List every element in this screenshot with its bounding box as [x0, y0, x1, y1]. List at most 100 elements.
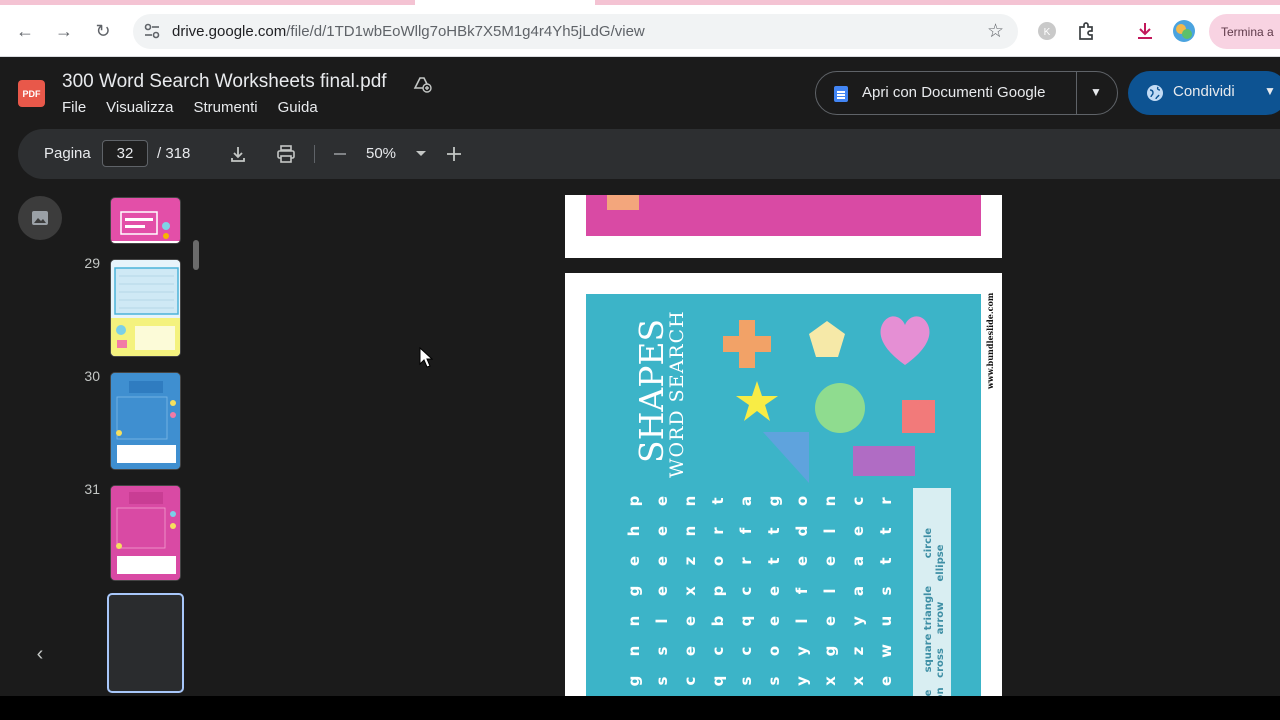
word-list-item: ellipse [935, 544, 946, 581]
thumbnail-panel-toggle[interactable] [18, 196, 62, 240]
grid-letter: c [681, 677, 699, 686]
thumbnail-preview [111, 486, 180, 580]
grid-letter: g [625, 586, 643, 597]
open-with-label: Apri con Documenti Google [862, 84, 1046, 101]
pdf-file-icon: PDF [18, 80, 45, 107]
word-list-item: arrow [935, 602, 946, 635]
profile-chip[interactable]: Termina a [1209, 14, 1280, 49]
grid-letter: n [625, 616, 643, 627]
back-icon[interactable]: ← [12, 18, 38, 44]
grid-letter: c [709, 647, 727, 656]
page-label: Pagina [44, 145, 91, 162]
total-pages: / 318 [157, 145, 191, 162]
url-text[interactable]: drive.google.com/file/d/1TD1wbEoWllg7oHB… [172, 23, 645, 40]
grid-letter: o [709, 556, 727, 566]
grid-letter: x [821, 676, 839, 686]
active-tab-edge[interactable] [0, 0, 415, 5]
grid-letter: r [709, 527, 727, 535]
grid-letter: n [821, 496, 839, 507]
grid-letter: x [849, 676, 867, 686]
page-thumbnail-29[interactable] [110, 259, 181, 357]
menu-file[interactable]: File [62, 99, 86, 116]
grid-letter: s [653, 646, 671, 655]
menu-tools[interactable]: Strumenti [193, 99, 257, 116]
chevron-left-icon[interactable]: ‹ [22, 636, 58, 672]
grid-letter: p [625, 495, 643, 506]
menu-help[interactable]: Guida [278, 99, 318, 116]
zoom-level[interactable]: 50% [366, 145, 396, 162]
grid-letter: n [681, 496, 699, 507]
menu-view[interactable]: Visualizza [106, 99, 173, 116]
thumbnail-number: 29 [84, 255, 100, 271]
grid-letter: x [681, 586, 699, 596]
triangle-shape [763, 432, 809, 483]
grid-letter: l [821, 528, 839, 533]
downloads-icon[interactable] [1133, 19, 1157, 43]
mouse-cursor-icon [419, 347, 433, 368]
pdf-page-previous [565, 195, 1002, 258]
word-list-item: cross [935, 648, 946, 678]
grid-letter: s [737, 676, 755, 685]
extensions-puzzle-icon[interactable] [1075, 19, 1099, 43]
grid-letter: e [821, 616, 839, 626]
tab-edge[interactable] [595, 0, 1280, 5]
word-list-item: square [923, 633, 934, 672]
grid-letter: o [793, 496, 811, 506]
circle-shape [815, 383, 865, 433]
grid-letter: q [737, 616, 755, 627]
grid-letter: b [709, 615, 727, 626]
grid-letter: e [653, 586, 671, 596]
share-button[interactable]: Condividi ▼ [1128, 71, 1280, 115]
extension-k-icon[interactable]: K [1035, 19, 1059, 43]
page-orange-tab [607, 195, 639, 210]
grid-letter: g [625, 676, 643, 687]
worksheet-canvas: SHAPES WORD SEARCH www.bundleslide.com c… [625, 292, 995, 713]
toolbar-divider [314, 145, 315, 163]
menu-bar: File Visualizza Strumenti Guida [62, 99, 318, 116]
button-divider [1076, 72, 1077, 114]
grid-letter: e [765, 616, 783, 626]
grid-letter: h [625, 526, 643, 537]
add-shortcut-to-drive-icon[interactable] [411, 72, 433, 94]
grid-letter: d [793, 526, 811, 537]
forward-icon[interactable]: → [51, 18, 77, 44]
avatar[interactable] [1172, 19, 1196, 43]
grid-letter: e [653, 496, 671, 506]
bookmark-star-icon[interactable]: ☆ [987, 20, 1004, 43]
page-thumbnail-31[interactable] [110, 485, 181, 581]
document-title: 300 Word Search Worksheets final.pdf [62, 71, 387, 92]
print-icon[interactable] [274, 142, 298, 166]
download-icon[interactable] [226, 142, 250, 166]
grid-letter: l [653, 618, 671, 623]
page-number-input[interactable]: 32 [102, 140, 148, 167]
globe-icon [1147, 85, 1163, 101]
page-thumbnail-30[interactable] [110, 372, 181, 470]
site-settings-icon[interactable] [143, 22, 161, 40]
grid-letter: e [765, 586, 783, 596]
grid-letter: z [681, 556, 699, 565]
zoom-chevron-down-icon[interactable] [409, 142, 433, 166]
grid-letter: l [821, 588, 839, 593]
pentagon-shape [809, 321, 845, 357]
word-list-item: triangle [923, 586, 934, 631]
grid-letter: l [793, 618, 811, 623]
square-shape [902, 400, 935, 433]
chevron-down-icon[interactable]: ▼ [1090, 85, 1102, 99]
reload-icon[interactable]: ↻ [90, 18, 116, 44]
page-thumbnail-28[interactable] [110, 197, 181, 244]
address-bar[interactable]: drive.google.com/file/d/1TD1wbEoWllg7oHB… [133, 14, 1018, 49]
rectangle-shape [853, 446, 915, 476]
share-chevron-down-icon[interactable]: ▼ [1264, 84, 1276, 98]
grid-letter: t [709, 497, 727, 504]
zoom-in-icon[interactable] [442, 142, 466, 166]
open-with-docs-button[interactable]: Apri con Documenti Google ▼ [815, 71, 1118, 115]
zoom-out-icon[interactable] [328, 142, 352, 166]
page-thumbnail-32-current[interactable] [107, 593, 184, 693]
grid-letter: r [877, 497, 895, 505]
grid-letter: s [653, 676, 671, 685]
bottom-bar [0, 696, 1280, 720]
pdf-page-current: SHAPES WORD SEARCH www.bundleslide.com c… [565, 273, 1002, 714]
thumbnail-scrollbar[interactable] [193, 240, 199, 270]
thumbnail-number: 31 [84, 481, 100, 497]
grid-letter: e [821, 556, 839, 566]
